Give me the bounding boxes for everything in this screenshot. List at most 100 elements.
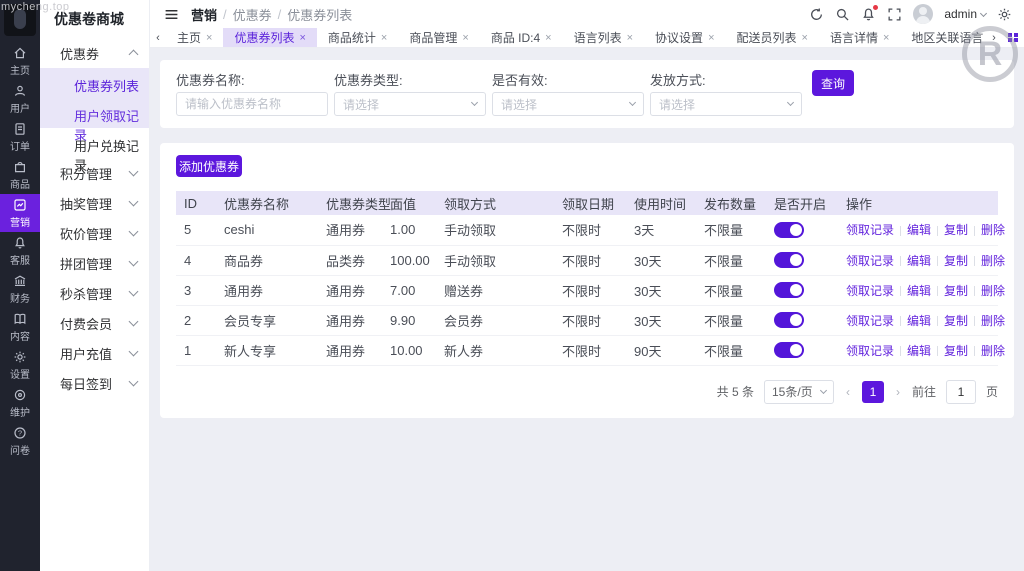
- close-icon[interactable]: ×: [883, 32, 889, 44]
- tab-product-manage[interactable]: 商品管理 ×: [398, 28, 479, 47]
- page-size-select[interactable]: 15条/页: [763, 379, 834, 404]
- cell-id: 2: [176, 305, 220, 336]
- close-icon[interactable]: ×: [462, 32, 468, 44]
- tab-courier-list[interactable]: 配送员列表 ×: [726, 28, 819, 47]
- tab-region-language[interactable]: 地区关联语言×: [900, 28, 986, 47]
- close-icon[interactable]: ×: [802, 32, 808, 44]
- sidebar-group-groupbuy[interactable]: 拼团管理: [40, 248, 149, 278]
- sidebar-group-bargain[interactable]: 砍价管理: [40, 218, 149, 248]
- tab-label: 商品统计: [327, 31, 376, 45]
- rail-item-maintenance[interactable]: 维护: [0, 384, 40, 422]
- goto-page-input[interactable]: [945, 379, 976, 404]
- tab-product-id4[interactable]: 商品 ID:4 ×: [480, 28, 563, 47]
- edit-link[interactable]: 编辑: [907, 284, 931, 298]
- copy-link[interactable]: 复制: [944, 314, 968, 328]
- claim-records-link[interactable]: 领取记录: [846, 254, 894, 268]
- sidebar-group-lottery[interactable]: 抽奖管理: [40, 188, 149, 218]
- claim-records-link[interactable]: 领取记录: [846, 314, 894, 328]
- tab-agreement-settings[interactable]: 协议设置 ×: [644, 28, 725, 47]
- fullscreen-icon[interactable]: [887, 7, 902, 22]
- prev-page-icon[interactable]: ‹: [844, 385, 852, 399]
- search-button[interactable]: 查询: [812, 70, 854, 96]
- sidebar-group-points[interactable]: 积分管理: [40, 158, 149, 188]
- tab-language-list[interactable]: 语言列表 ×: [563, 28, 644, 47]
- edit-link[interactable]: 编辑: [907, 314, 931, 328]
- rail-item-survey[interactable]: ? 问卷: [0, 422, 40, 460]
- copy-link[interactable]: 复制: [944, 344, 968, 358]
- tabs-scroll-left-icon[interactable]: ‹: [150, 28, 166, 47]
- enabled-toggle[interactable]: [774, 312, 804, 329]
- enabled-toggle[interactable]: [774, 342, 804, 359]
- copy-link[interactable]: 复制: [944, 223, 968, 237]
- claim-records-link[interactable]: 领取记录: [846, 284, 894, 298]
- sidebar-group-paid-member[interactable]: 付费会员: [40, 308, 149, 338]
- hamburger-menu-icon[interactable]: [164, 7, 179, 22]
- copy-link[interactable]: 复制: [944, 284, 968, 298]
- delete-link[interactable]: 删除: [981, 223, 1005, 237]
- search-icon[interactable]: [835, 7, 850, 22]
- tab-language-detail[interactable]: 语言详情 ×: [819, 28, 900, 47]
- user-menu[interactable]: admin: [944, 7, 988, 21]
- next-page-icon[interactable]: ›: [894, 385, 902, 399]
- coupon-type-select[interactable]: 请选择: [334, 92, 486, 116]
- enabled-toggle[interactable]: [774, 252, 804, 269]
- rail-item-goods[interactable]: 商品: [0, 156, 40, 194]
- delete-link[interactable]: 删除: [981, 284, 1005, 298]
- delete-link[interactable]: 删除: [981, 254, 1005, 268]
- sidebar-item-user-claim-records[interactable]: 用户领取记录: [40, 98, 149, 143]
- sidebar-item-coupon-list[interactable]: 优惠券列表: [40, 68, 149, 98]
- delete-link[interactable]: 删除: [981, 314, 1005, 328]
- page-number-current[interactable]: 1: [861, 380, 884, 403]
- tabs-scroll-right-icon[interactable]: ›: [986, 28, 1002, 47]
- copy-link[interactable]: 复制: [944, 254, 968, 268]
- tab-home[interactable]: 主页 ×: [166, 28, 223, 47]
- svg-text:?: ?: [18, 428, 22, 437]
- tab-product-stats[interactable]: 商品统计 ×: [317, 28, 398, 47]
- rail-item-service[interactable]: 客服: [0, 232, 40, 270]
- close-icon[interactable]: ×: [381, 32, 387, 44]
- page-size-value: 15条/页: [771, 385, 813, 399]
- tab-coupon-list[interactable]: 优惠券列表 ×: [223, 28, 317, 47]
- claim-records-link[interactable]: 领取记录: [846, 223, 894, 237]
- rail-item-marketing[interactable]: 营销: [0, 194, 40, 232]
- rail-item-order[interactable]: 订单: [0, 118, 40, 156]
- settings-gear-icon[interactable]: [997, 7, 1012, 22]
- rail-item-content[interactable]: 内容: [0, 308, 40, 346]
- user-avatar[interactable]: [913, 4, 934, 24]
- sidebar-group-coupon[interactable]: 优惠券: [40, 38, 149, 68]
- close-icon[interactable]: ×: [299, 32, 305, 44]
- notification-bell-icon[interactable]: [861, 4, 879, 22]
- issue-method-select[interactable]: 请选择: [650, 92, 802, 116]
- cell-method: 手动领取: [440, 215, 558, 246]
- close-icon[interactable]: ×: [206, 32, 212, 44]
- enabled-toggle[interactable]: [774, 282, 804, 299]
- coupon-name-input[interactable]: [176, 92, 328, 116]
- rail-item-settings[interactable]: 设置: [0, 346, 40, 384]
- enabled-toggle[interactable]: [774, 222, 804, 239]
- edit-link[interactable]: 编辑: [907, 254, 931, 268]
- edit-link[interactable]: 编辑: [907, 223, 931, 237]
- refresh-icon[interactable]: [809, 7, 824, 22]
- delete-link[interactable]: 删除: [981, 344, 1005, 358]
- sidebar-group-flashsale[interactable]: 秒杀管理: [40, 278, 149, 308]
- rail-item-home[interactable]: 主页: [0, 42, 40, 80]
- add-coupon-button[interactable]: 添加优惠券: [176, 155, 242, 177]
- sidebar-group-recharge[interactable]: 用户充值: [40, 338, 149, 368]
- is-valid-select[interactable]: 请选择: [492, 92, 644, 116]
- sidebar-item-user-redeem-records[interactable]: 用户兑换记录: [40, 128, 149, 173]
- close-icon[interactable]: ×: [708, 32, 714, 44]
- goto-label: 前往: [911, 385, 936, 399]
- rail-item-user[interactable]: 用户: [0, 80, 40, 118]
- tabs-menu-icon[interactable]: [1002, 28, 1024, 47]
- breadcrumb-item[interactable]: 营销: [191, 5, 217, 24]
- rail-item-finance[interactable]: 财务: [0, 270, 40, 308]
- claim-records-link[interactable]: 领取记录: [846, 344, 894, 358]
- cell-id: 5: [176, 215, 220, 246]
- close-icon[interactable]: ×: [545, 32, 551, 44]
- sidebar-group-daily-checkin[interactable]: 每日签到: [40, 368, 149, 398]
- divider: [974, 316, 976, 327]
- edit-link[interactable]: 编辑: [907, 344, 931, 358]
- breadcrumb-item[interactable]: 优惠券: [233, 5, 272, 24]
- cell-quantity: 不限量: [700, 335, 770, 366]
- close-icon[interactable]: ×: [627, 32, 633, 44]
